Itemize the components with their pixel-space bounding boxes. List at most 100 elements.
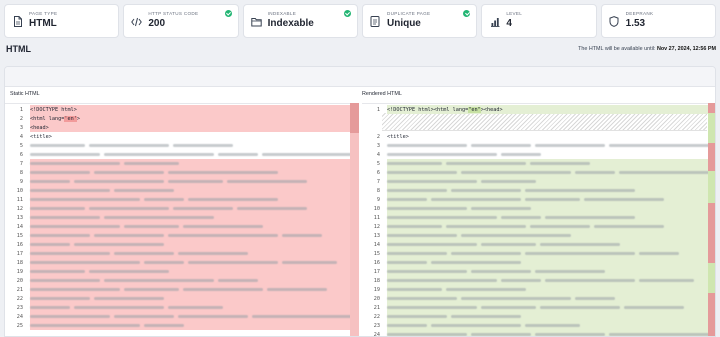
blurred-code — [168, 234, 278, 237]
code-icon — [131, 16, 143, 27]
card-value: HTML — [29, 18, 57, 29]
blurred-code — [282, 234, 322, 237]
line-code — [30, 240, 355, 249]
line-code — [387, 150, 715, 159]
blurred-code — [30, 189, 110, 192]
line-code — [30, 159, 355, 168]
blurred-code — [227, 180, 307, 183]
blurred-code — [387, 180, 477, 183]
rendered-scrollbar[interactable] — [708, 103, 715, 336]
blurred-code — [530, 225, 590, 228]
blurred-code — [481, 180, 536, 183]
static-html-diff[interactable]: 1 <!DOCTYPE html> 2 <html lang='en' >3 <head>… — [5, 103, 355, 336]
card-label: DEEPRANK — [625, 11, 654, 16]
blurred-code — [451, 252, 521, 255]
blurred-code — [30, 324, 140, 327]
blurred-code — [387, 270, 467, 273]
blurred-code — [104, 279, 214, 282]
availability-prefix: The HTML will be available until: — [578, 46, 656, 52]
blurred-code — [446, 162, 526, 165]
code-line: 8 — [5, 168, 355, 177]
blurred-code — [178, 252, 248, 255]
blurred-code — [639, 252, 679, 255]
line-number: 7 — [376, 178, 380, 185]
blurred-code — [168, 306, 223, 309]
code-line: 5 — [362, 159, 715, 168]
code-line: 18 — [362, 276, 715, 285]
availability-note: The HTML will be available until: Nov 27… — [578, 46, 716, 52]
blurred-code — [30, 225, 120, 228]
line-number: 9 — [19, 178, 23, 185]
blurred-code — [30, 180, 70, 183]
blurred-code — [30, 207, 85, 210]
line-code — [30, 285, 355, 294]
blurred-code — [387, 243, 477, 246]
code-line: 22 — [362, 312, 715, 321]
line-number: 12 — [16, 205, 23, 212]
bar-chart-icon — [489, 16, 500, 27]
line-code — [30, 249, 355, 258]
static-scrollbar[interactable] — [350, 103, 359, 336]
blurred-code — [387, 234, 457, 237]
blurred-code — [387, 225, 442, 228]
blurred-code — [461, 234, 571, 237]
blurred-code — [387, 315, 447, 318]
line-code — [30, 141, 355, 150]
document-icon — [370, 16, 381, 27]
line-number: 1 — [376, 106, 380, 113]
line-number: 7 — [19, 160, 23, 167]
card-deeprank: DEEPRANK 1.53 — [600, 4, 716, 38]
blurred-code — [387, 324, 427, 327]
blurred-code — [104, 153, 214, 156]
code-line: 11 — [362, 213, 715, 222]
blurred-code — [451, 189, 521, 192]
code-text: <title> — [387, 133, 409, 140]
blurred-code — [387, 216, 497, 219]
line-number: 19 — [16, 268, 23, 275]
blurred-code — [387, 333, 467, 336]
code-line: 15 — [5, 231, 355, 240]
code-line: 12 — [362, 222, 715, 231]
line-number: 8 — [376, 187, 380, 194]
line-code: <!DOCTYPE html> — [30, 105, 355, 114]
blurred-code — [168, 180, 223, 183]
line-code — [30, 303, 355, 312]
blurred-code — [540, 243, 620, 246]
blurred-code — [30, 306, 70, 309]
line-code — [387, 249, 715, 258]
code-line: 4 — [362, 150, 715, 159]
code-line: 10 — [362, 204, 715, 213]
blurred-code — [594, 225, 664, 228]
blurred-code — [30, 288, 120, 291]
line-number: 22 — [373, 313, 380, 320]
code-line: 16 — [5, 240, 355, 249]
card-level: LEVEL 4 — [481, 4, 597, 38]
line-number: 1 — [19, 106, 23, 113]
blurred-code — [104, 216, 214, 219]
blurred-code — [530, 162, 590, 165]
card-page-type: PAGE TYPE HTML — [4, 4, 120, 38]
blurred-code — [168, 171, 278, 174]
blurred-code — [535, 333, 605, 336]
line-number: 11 — [373, 214, 380, 221]
page-title: HTML — [6, 44, 31, 54]
blurred-code — [188, 261, 278, 264]
line-number: 10 — [373, 205, 380, 212]
code-line: 11 — [5, 195, 355, 204]
line-number: 2 — [376, 133, 380, 140]
code-line: 19 — [5, 267, 355, 276]
line-code: <title> — [387, 132, 715, 141]
blurred-code — [237, 207, 307, 210]
line-number: 4 — [376, 151, 380, 158]
code-text: > — [76, 115, 80, 122]
code-string: 'en' — [64, 115, 77, 122]
rendered-html-diff[interactable]: 1 <!DOCTYPE html><html lang= "en" ><head> 2 <… — [362, 103, 715, 336]
code-line: 9 — [362, 195, 715, 204]
line-code — [387, 258, 715, 267]
code-line: 10 — [5, 186, 355, 195]
blurred-code — [30, 216, 100, 219]
line-number: 3 — [376, 142, 380, 149]
blurred-code — [545, 279, 635, 282]
blurred-code — [183, 225, 263, 228]
line-code: <!DOCTYPE html><html lang= "en" ><head> — [387, 105, 715, 114]
